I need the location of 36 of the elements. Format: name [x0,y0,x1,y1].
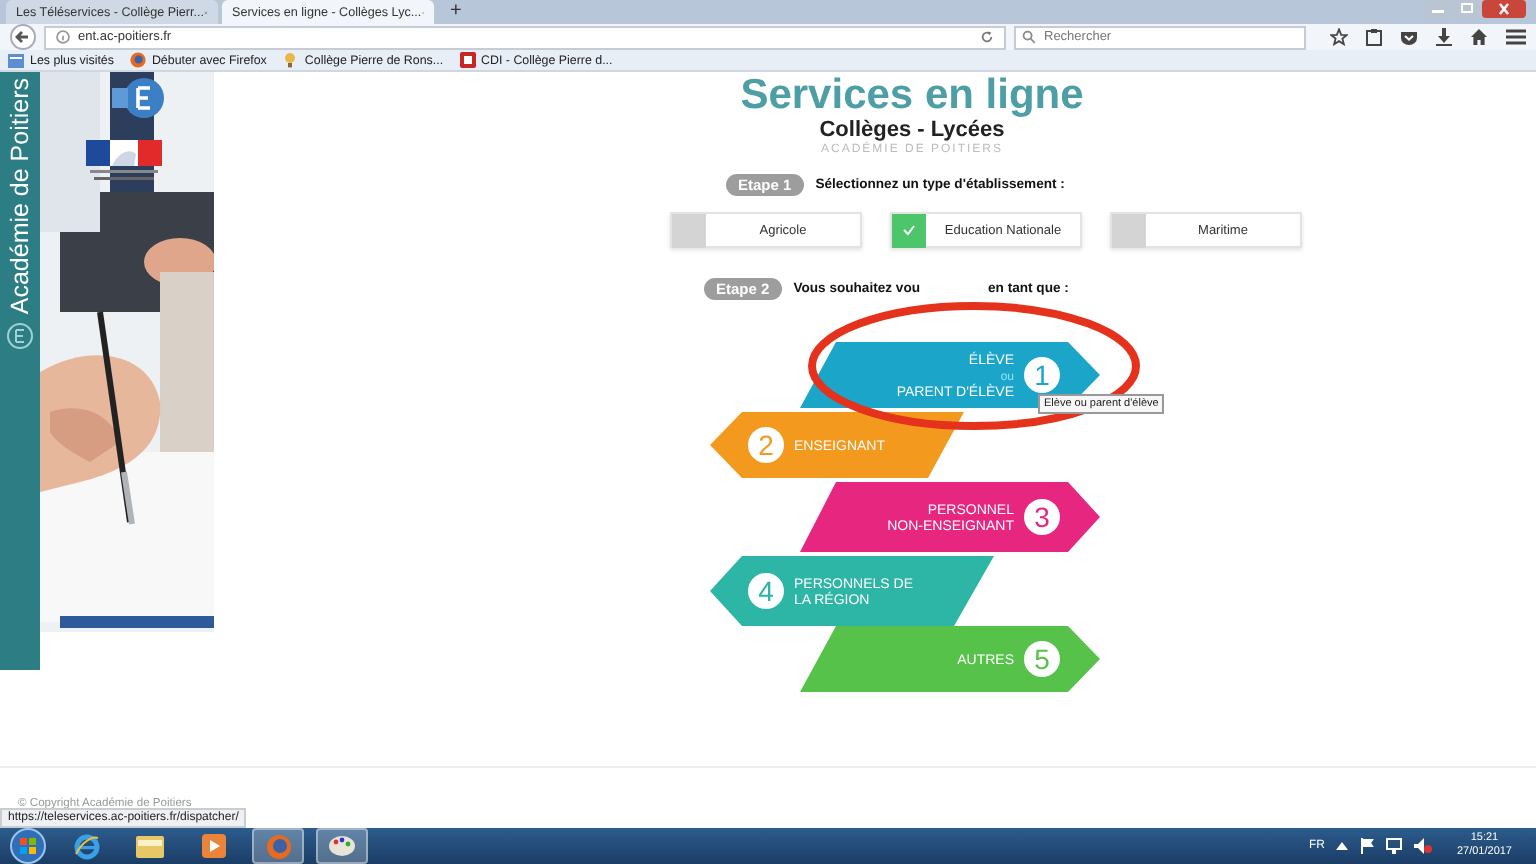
start-button[interactable] [8,828,48,864]
globe-icon [129,52,146,69]
close-icon[interactable] [1482,0,1526,18]
search-icon [1022,30,1036,45]
option-checkbox[interactable] [672,213,706,247]
page-subtitle: Collèges - Lycées [819,118,1005,142]
back-icon[interactable] [10,24,36,51]
option-checkbox[interactable] [892,213,926,247]
palette-icon [328,834,356,858]
flag-icon[interactable] [1360,838,1375,854]
pocket-icon[interactable] [1400,29,1418,46]
media-player-icon [202,834,226,858]
option-checkbox[interactable] [1112,213,1146,247]
speaker-icon[interactable] [1414,838,1433,854]
sidebar-title: Académie de Poitiers [6,78,34,315]
folder-icon [8,52,24,69]
globe-icon [265,833,291,859]
chevron-up-icon[interactable] [1336,842,1349,850]
reload-icon[interactable] [980,30,994,45]
bulb-icon [282,52,299,69]
folder-icon [136,834,164,858]
info-icon[interactable] [56,30,70,45]
browser-e-icon [73,833,99,859]
republic-logo-icon [86,140,162,184]
home-icon[interactable] [1470,28,1488,47]
star-icon[interactable] [1330,28,1348,47]
new-tab-button[interactable]: + [438,0,474,24]
network-icon[interactable] [1386,838,1403,854]
academy-emblem-icon [6,322,34,351]
clipboard-icon[interactable] [1366,28,1382,47]
check-icon [902,224,916,236]
menu-icon[interactable] [1506,28,1526,47]
download-icon[interactable] [1436,28,1452,47]
bookmark-icon [459,52,476,69]
academy-logo-icon [112,76,164,120]
page-title: Services en ligne [740,74,1084,118]
